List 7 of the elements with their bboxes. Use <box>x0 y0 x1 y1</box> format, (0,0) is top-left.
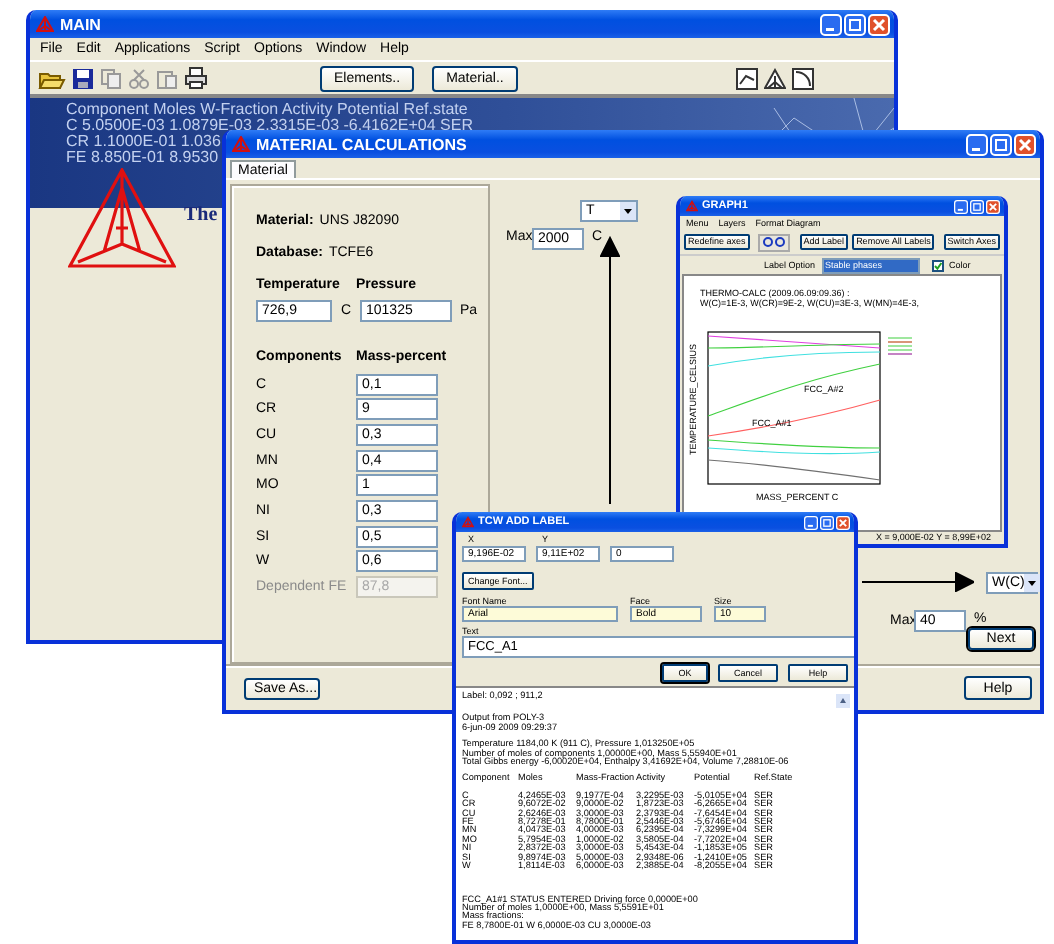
window-title: MATERIAL CALCULATIONS <box>256 135 469 153</box>
window-title: MAIN <box>60 15 103 33</box>
banner-text: FE 8.850E-01 8.9530 <box>66 150 219 166</box>
banner-text: Component Moles W-Fraction Activity Potential Ref.state <box>66 102 468 118</box>
banner-text: CR 1.1000E-01 1.036 <box>66 134 221 150</box>
logo-text: The <box>184 204 218 226</box>
banner-text: C 5.0500E-03 1.0879E-03 2.3315E-03 -6.4162E+04 SER <box>66 118 473 134</box>
